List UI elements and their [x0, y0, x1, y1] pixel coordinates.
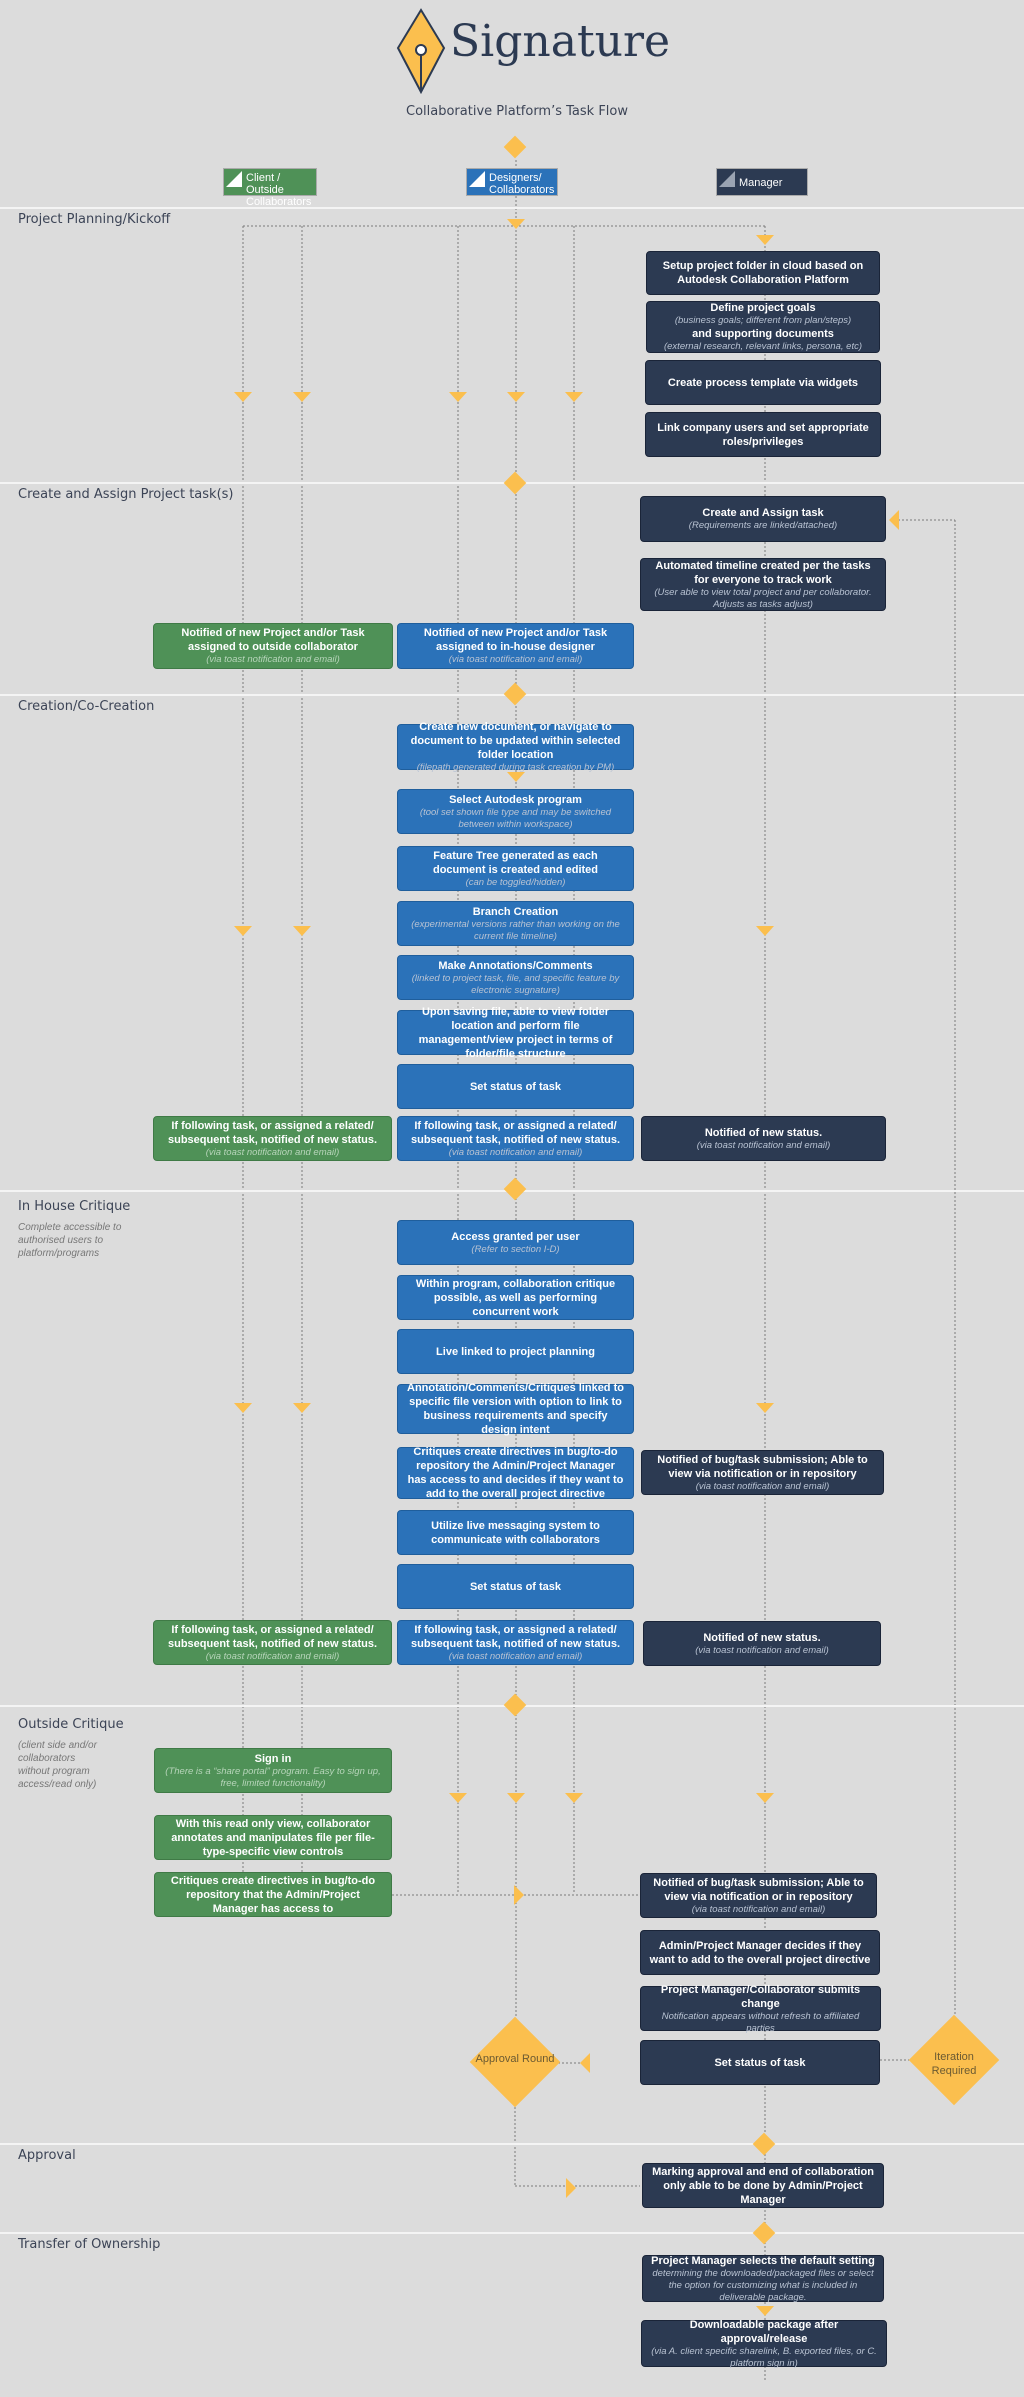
arrow-left-icon: [889, 510, 899, 530]
critiques-directives-step: Critiques create directives in bug/to-do…: [397, 1446, 634, 1500]
create-doc-step: Create new document, or navigate to docu…: [397, 721, 634, 773]
legend-designers: Designers/ Collaborators: [466, 168, 558, 196]
process-template-step: Create process template via widgets: [645, 360, 881, 405]
legend-client: Client / Outside Collaborators: [223, 168, 317, 208]
section-diamond: [752, 2221, 776, 2245]
arrow-down-icon: [507, 392, 525, 402]
section-title: Outside Critique: [18, 1717, 124, 1732]
arrow-down-icon: [234, 926, 252, 936]
corner-icon: [719, 171, 735, 187]
section-title: Create and Assign Project task(s): [18, 487, 234, 502]
notified-outside-step: Notified of new Project and/or Task assi…: [153, 623, 393, 669]
arrow-right-icon: [514, 1885, 524, 1905]
notified-bug-step: Notified of bug/task submission; Able to…: [640, 1873, 877, 1918]
access-step: Access granted per user (Refer to sectio…: [397, 1220, 634, 1265]
arrow-down-icon: [756, 2306, 774, 2316]
arrow-down-icon: [756, 926, 774, 936]
timeline-step: Automated timeline created per the tasks…: [640, 558, 886, 611]
arrow-down-icon: [756, 235, 774, 245]
notified-bug-step: Notified of bug/task submission; Able to…: [641, 1450, 884, 1495]
corner-icon: [469, 171, 485, 187]
set-status-step: Set status of task: [397, 1064, 634, 1109]
arrow-down-icon: [293, 392, 311, 402]
section-title: Approval: [18, 2148, 76, 2163]
arrow-down-icon: [565, 1793, 583, 1803]
page-subtitle: Collaborative Platform’s Task Flow: [406, 104, 628, 119]
annotations-step: Make Annotations/Comments (linked to pro…: [397, 955, 634, 1000]
section-title: Project Planning/Kickoff: [18, 212, 171, 227]
section-title: Creation/Co-Creation: [18, 699, 155, 714]
pm-decides-step: Admin/Project Manager decides if they wa…: [640, 1930, 880, 1975]
arrow-down-icon: [293, 926, 311, 936]
set-status-step: Set status of task: [640, 2040, 880, 2085]
branch-step: Branch Creation (experimental versions r…: [397, 901, 634, 946]
follow-task-designer-step: If following task, or assigned a related…: [397, 1620, 634, 1665]
outside-directives-step: Critiques create directives in bug/to-do…: [154, 1872, 392, 1917]
follow-task-designer-step: If following task, or assigned a related…: [397, 1116, 634, 1161]
section-note: Complete accessible to authorised users …: [18, 1222, 122, 1259]
link-users-step: Link company users and set appropriate r…: [645, 412, 881, 457]
feature-tree-step: Feature Tree generated as each document …: [397, 846, 634, 891]
section-title: In House Critique: [18, 1199, 131, 1214]
select-program-step: Select Autodesk program (tool set shown …: [397, 789, 634, 834]
arrow-down-icon: [234, 392, 252, 402]
legend-manager: Manager: [716, 168, 808, 196]
section-title: Transfer of Ownership: [18, 2237, 161, 2252]
within-program-step: Within program, collaboration critique p…: [397, 1275, 634, 1320]
arrow-down-icon: [449, 392, 467, 402]
marking-approval-step: Marking approval and end of collaboratio…: [642, 2163, 884, 2208]
corner-icon: [226, 171, 242, 187]
download-package-step: Downloadable package after approval/rele…: [641, 2319, 887, 2369]
section-diamond: [752, 2132, 776, 2156]
section-diamond: [503, 1693, 527, 1717]
arrow-down-icon: [293, 1403, 311, 1413]
section-diamond: [503, 471, 527, 495]
section-note: (client side and/or collaborators withou…: [18, 1740, 97, 1790]
start-diamond: [503, 135, 527, 159]
arrow-down-icon: [756, 1793, 774, 1803]
annotation-critiques-step: Annotation/Comments/Critiques linked to …: [397, 1382, 634, 1436]
define-goals-step: Define project goals (business goals; di…: [646, 301, 880, 353]
approval-round-label: Approval Round: [475, 2053, 555, 2065]
notified-inhouse-step: Notified of new Project and/or Task assi…: [397, 623, 634, 669]
arrow-left-icon: [580, 2053, 590, 2073]
setup-folder-step: Setup project folder in cloud based on A…: [646, 251, 880, 295]
live-messaging-step: Utilize live messaging system to communi…: [397, 1510, 634, 1555]
saving-step: Upon saving file, able to view folder lo…: [397, 1006, 634, 1060]
section-divider: [0, 2143, 1024, 2145]
set-status-step: Set status of task: [397, 1564, 634, 1609]
section-diamond: [503, 682, 527, 706]
create-assign-step: Create and Assign task (Requirements are…: [640, 496, 886, 542]
section-divider: [0, 207, 1024, 209]
section-divider: [0, 2232, 1024, 2234]
iteration-required-label: Iteration Required: [931, 2051, 977, 2077]
arrow-right-icon: [566, 2178, 576, 2198]
arrow-down-icon: [234, 1403, 252, 1413]
arrow-down-icon: [449, 1793, 467, 1803]
follow-task-client-step: If following task, or assigned a related…: [153, 1116, 392, 1161]
notified-status-step: Notified of new status. (via toast notif…: [641, 1116, 886, 1161]
section-diamond: [503, 1177, 527, 1201]
logo-text: Signature: [450, 16, 671, 67]
follow-task-client-step: If following task, or assigned a related…: [153, 1620, 392, 1665]
sign-in-step: Sign in (There is a “share portal” progr…: [154, 1748, 392, 1793]
pen-nib-icon: [396, 8, 446, 94]
arrow-down-icon: [507, 1793, 525, 1803]
logo: Signature: [396, 8, 670, 94]
read-only-step: With this read only view, collaborator a…: [154, 1815, 392, 1860]
arrow-down-icon: [507, 219, 525, 229]
submits-change-step: Project Manager/Collaborator submits cha…: [640, 1984, 881, 2034]
arrow-down-icon: [756, 1403, 774, 1413]
notified-status-step: Notified of new status. (via toast notif…: [643, 1621, 881, 1666]
default-setting-step: Project Manager selects the default sett…: [642, 2255, 884, 2303]
live-linked-step: Live linked to project planning: [397, 1329, 634, 1374]
arrow-down-icon: [565, 392, 583, 402]
